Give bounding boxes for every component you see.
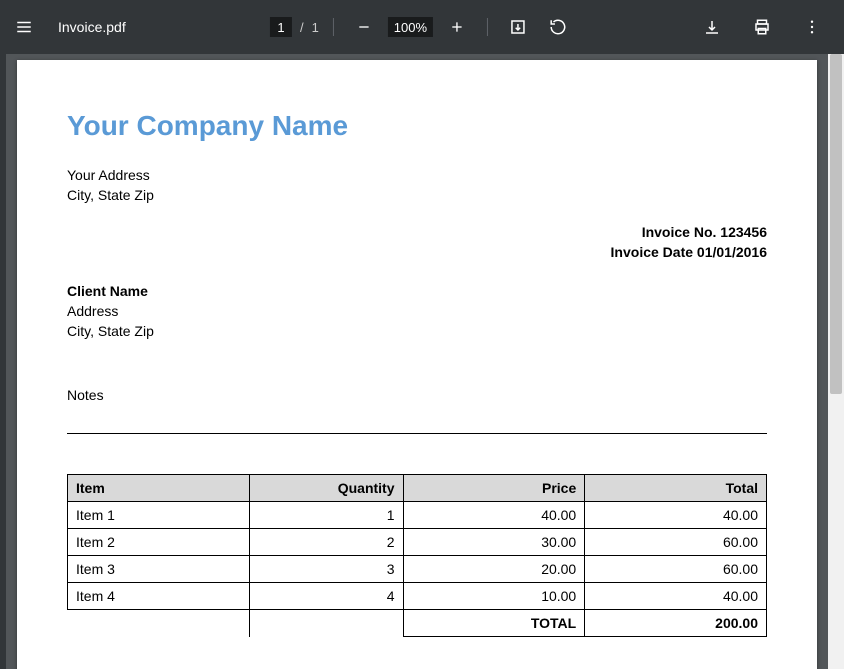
th-item: Item	[68, 475, 250, 502]
fit-page-button[interactable]	[502, 11, 534, 43]
table-footer-row: TOTAL 200.00	[68, 610, 767, 637]
page-number-input[interactable]	[270, 17, 292, 37]
download-button[interactable]	[696, 11, 728, 43]
rotate-button[interactable]	[542, 11, 574, 43]
client-name: Client Name	[67, 282, 767, 302]
scrollbar-thumb[interactable]	[830, 54, 842, 394]
footer-blank	[249, 610, 403, 637]
more-menu-button[interactable]	[796, 11, 828, 43]
invoice-no-label: Invoice No.	[642, 224, 721, 240]
table-row: Item 4 4 10.00 40.00	[68, 583, 767, 610]
page-total: 1	[312, 20, 319, 35]
zoom-in-button[interactable]	[441, 11, 473, 43]
zoom-out-button[interactable]	[348, 11, 380, 43]
th-total: Total	[585, 475, 767, 502]
cell-item: Item 2	[68, 529, 250, 556]
cell-price: 30.00	[403, 529, 585, 556]
zoom-level[interactable]: 100%	[388, 17, 433, 37]
pdf-toolbar: Invoice.pdf / 1 100%	[0, 0, 844, 54]
table-row: Item 3 3 20.00 60.00	[68, 556, 767, 583]
cell-total: 60.00	[585, 529, 767, 556]
print-button[interactable]	[746, 11, 778, 43]
cell-price: 20.00	[403, 556, 585, 583]
cell-item: Item 4	[68, 583, 250, 610]
pdf-page: Your Company Name Your Address City, Sta…	[17, 60, 817, 669]
toolbar-divider	[487, 18, 488, 36]
client-block: Client Name Address City, State Zip	[67, 282, 767, 341]
invoice-date: 01/01/2016	[697, 244, 767, 260]
cell-total: 60.00	[585, 556, 767, 583]
notes-label: Notes	[67, 387, 767, 403]
menu-icon[interactable]	[8, 11, 40, 43]
cell-total: 40.00	[585, 502, 767, 529]
toolbar-divider	[333, 18, 334, 36]
cell-qty: 2	[249, 529, 403, 556]
table-header-row: Item Quantity Price Total	[68, 475, 767, 502]
cell-price: 10.00	[403, 583, 585, 610]
footer-blank	[68, 610, 250, 637]
sender-address: Your Address	[67, 166, 767, 186]
footer-total-value: 200.00	[585, 610, 767, 637]
table-row: Item 1 1 40.00 40.00	[68, 502, 767, 529]
cell-item: Item 3	[68, 556, 250, 583]
cell-price: 40.00	[403, 502, 585, 529]
cell-total: 40.00	[585, 583, 767, 610]
invoice-no: 123456	[720, 224, 767, 240]
th-price: Price	[403, 475, 585, 502]
vertical-scrollbar[interactable]	[828, 54, 844, 669]
cell-qty: 4	[249, 583, 403, 610]
sender-city-state-zip: City, State Zip	[67, 186, 767, 206]
filename-label: Invoice.pdf	[58, 19, 126, 35]
client-address: Address	[67, 302, 767, 322]
page-separator: /	[300, 20, 304, 35]
cell-qty: 1	[249, 502, 403, 529]
table-row: Item 2 2 30.00 60.00	[68, 529, 767, 556]
hr-rule	[67, 433, 767, 434]
footer-total-label: TOTAL	[403, 610, 585, 637]
invoice-meta: Invoice No. 123456 Invoice Date 01/01/20…	[611, 223, 767, 262]
company-name: Your Company Name	[67, 110, 767, 142]
cell-item: Item 1	[68, 502, 250, 529]
invoice-table: Item Quantity Price Total Item 1 1 40.00…	[67, 474, 767, 637]
invoice-date-label: Invoice Date	[611, 244, 697, 260]
sender-address-block: Your Address City, State Zip	[67, 166, 767, 205]
th-quantity: Quantity	[249, 475, 403, 502]
client-city-state-zip: City, State Zip	[67, 322, 767, 342]
page-area[interactable]: Your Company Name Your Address City, Sta…	[6, 54, 828, 669]
pdf-viewer: Your Company Name Your Address City, Sta…	[0, 54, 844, 669]
cell-qty: 3	[249, 556, 403, 583]
